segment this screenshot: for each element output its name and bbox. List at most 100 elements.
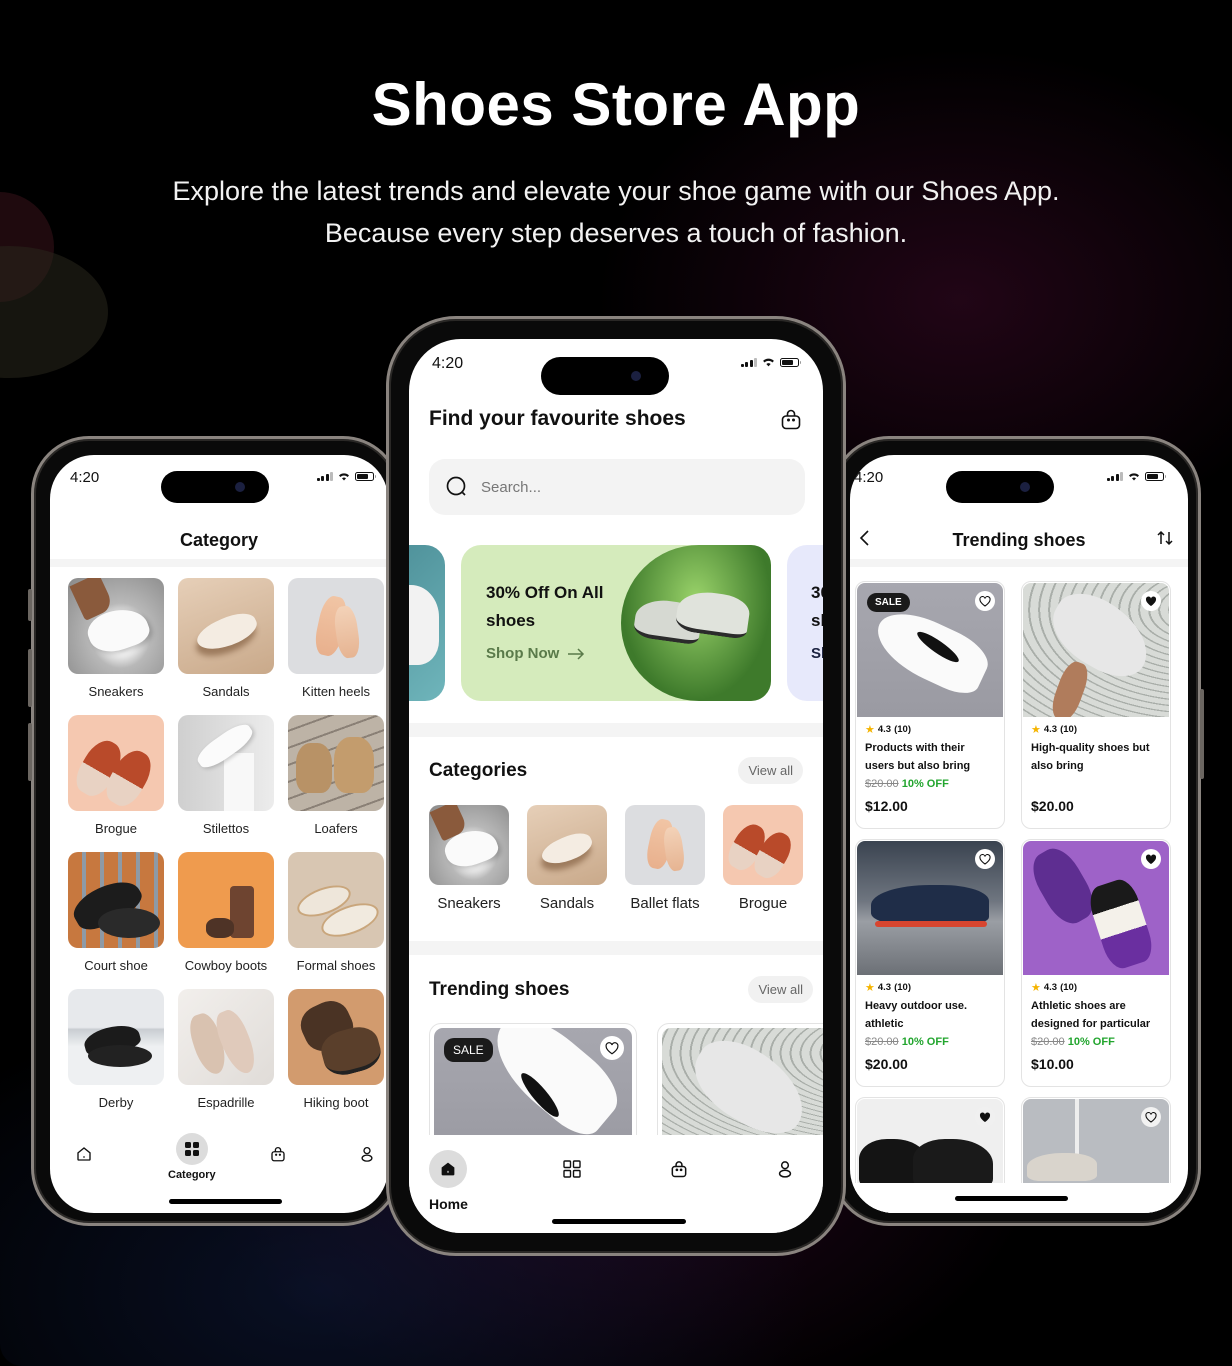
product-name: Heavy outdoor use. athletic — [865, 1000, 968, 1030]
price-discount-row: $20.00 10% OFF — [865, 778, 949, 790]
star-icon: ★ — [865, 982, 875, 994]
category-item-sandals[interactable]: Sandals — [527, 805, 607, 912]
product-rating: ★ 4.3 (10) — [1031, 724, 1077, 736]
category-item-formal-shoes[interactable]: Formal shoes — [288, 852, 384, 989]
heart-filled-icon — [979, 1112, 991, 1122]
favorite-button[interactable] — [1141, 849, 1161, 869]
heart-filled-icon — [1145, 596, 1157, 606]
phone-side-button — [28, 649, 32, 707]
category-item-kitten-heels[interactable]: Kitten heels — [288, 578, 384, 715]
category-item-sneakers[interactable]: Sneakers — [68, 578, 164, 715]
product-card[interactable]: SALE — [429, 1023, 637, 1153]
promo-banner-previous[interactable] — [409, 545, 445, 701]
tab-profile[interactable] — [352, 1139, 382, 1169]
category-item-brogue[interactable]: Brogue — [723, 805, 803, 912]
category-image — [288, 715, 384, 811]
category-item-brogue[interactable]: Brogue — [68, 715, 164, 852]
status-time: 4:20 — [854, 469, 884, 486]
shop-now-link[interactable]: Shop Now — [486, 645, 585, 662]
price-discount-row: $20.00 10% OFF — [1031, 1036, 1115, 1048]
bag-icon — [263, 1139, 293, 1169]
tab-category[interactable] — [553, 1150, 591, 1188]
price-discount-row: $20.00 10% OFF — [865, 1036, 949, 1048]
phone-home-screen: 4:20 Find your favourite shoes 30% Off O… — [386, 316, 846, 1256]
sort-button[interactable] — [1156, 529, 1174, 552]
category-image — [68, 989, 164, 1085]
tab-cart[interactable] — [660, 1150, 698, 1188]
category-label: Brogue — [95, 821, 137, 836]
heart-filled-icon — [1145, 854, 1157, 864]
category-image — [178, 715, 274, 811]
promo-carousel: 30% Off On All shoes Shop Now 30sh Sh — [409, 545, 823, 701]
section-divider — [850, 559, 1188, 567]
promo-banner[interactable]: 30% Off On All shoes Shop Now — [461, 545, 771, 701]
product-image — [1023, 583, 1169, 717]
search-input[interactable] — [481, 478, 761, 496]
heart-outline-icon — [979, 853, 991, 865]
view-all-button[interactable]: View all — [738, 757, 803, 784]
promo-image — [621, 545, 771, 701]
category-item-espadrille[interactable]: Espadrille — [178, 989, 274, 1126]
category-item-court-shoe[interactable]: Court shoe — [68, 852, 164, 989]
tab-category[interactable]: Category — [168, 1133, 216, 1181]
section-title: Categories — [429, 759, 528, 781]
category-item-sandals[interactable]: Sandals — [178, 578, 274, 715]
star-icon: ★ — [865, 724, 875, 736]
search-bar — [429, 459, 805, 515]
signal-icon — [316, 472, 333, 481]
category-label: Derby — [98, 1095, 134, 1110]
tab-home[interactable] — [69, 1139, 99, 1169]
status-icons — [1106, 472, 1166, 481]
section-divider — [50, 559, 388, 567]
favorite-button[interactable] — [1141, 1107, 1161, 1127]
trending-header: Trending shoes View all — [429, 976, 813, 1003]
product-card[interactable]: ★ 4.3 (10) Athletic shoes are designed for… — [1021, 839, 1171, 1087]
product-image — [857, 841, 1003, 975]
tab-home[interactable]: Home — [429, 1150, 468, 1212]
phone-side-button — [28, 723, 32, 781]
product-card[interactable]: ★ 4.3 (10) High-quality shoes but also bri… — [1021, 581, 1171, 829]
category-image — [429, 805, 509, 885]
price-discount-row — [1031, 778, 1162, 796]
view-all-button[interactable]: View all — [748, 976, 813, 1003]
category-item-stilettos[interactable]: Stilettos — [178, 715, 274, 852]
category-item-loafers[interactable]: Loafers — [288, 715, 384, 852]
category-image — [527, 805, 607, 885]
product-price: $20.00 — [1031, 798, 1074, 814]
section-divider — [409, 723, 823, 737]
arrow-right-icon — [568, 647, 585, 660]
home-screen: 4:20 Find your favourite shoes 30% Off O… — [409, 339, 823, 1233]
status-time: 4:20 — [432, 355, 464, 372]
wifi-icon — [763, 358, 774, 367]
cart-button[interactable] — [779, 407, 803, 436]
category-image — [178, 578, 274, 674]
category-image — [178, 852, 274, 948]
tab-cart[interactable] — [263, 1139, 293, 1169]
favorite-button[interactable] — [975, 1107, 995, 1127]
phone-side-button — [28, 589, 32, 621]
hero-subtitle: Explore the latest trends and elevate yo… — [172, 176, 1060, 248]
tab-profile[interactable] — [766, 1150, 804, 1188]
promo-banner-next[interactable]: 30sh Sh — [787, 545, 823, 701]
status-icons — [740, 357, 801, 367]
favorite-button[interactable] — [600, 1036, 624, 1060]
category-item-hiking-boot[interactable]: Hiking boot — [288, 989, 384, 1126]
category-item-ballet-flats[interactable]: Ballet flats — [625, 805, 705, 912]
home-icon — [429, 1150, 468, 1188]
star-icon: ★ — [1031, 724, 1041, 736]
category-image — [68, 852, 164, 948]
favorite-button[interactable] — [975, 849, 995, 869]
sale-badge: SALE — [444, 1038, 493, 1062]
category-item-cowboy-boots[interactable]: Cowboy boots — [178, 852, 274, 989]
user-icon — [766, 1150, 804, 1188]
category-item-derby[interactable]: Derby — [68, 989, 164, 1126]
favorite-button[interactable] — [975, 591, 995, 611]
category-item-sneakers[interactable]: Sneakers — [429, 805, 509, 912]
product-price: $12.00 — [865, 798, 908, 814]
categories-row: Sneakers Sandals Ballet flats Brogue — [429, 805, 803, 912]
sort-icon — [1157, 530, 1173, 546]
product-card[interactable]: ★ 4.3 (10) Heavy outdoor use. athletic $20… — [855, 839, 1005, 1087]
favorite-button[interactable] — [1141, 591, 1161, 611]
product-card[interactable] — [657, 1023, 823, 1153]
product-card[interactable]: SALE ★ 4.3 (10) Products with their users … — [855, 581, 1005, 829]
